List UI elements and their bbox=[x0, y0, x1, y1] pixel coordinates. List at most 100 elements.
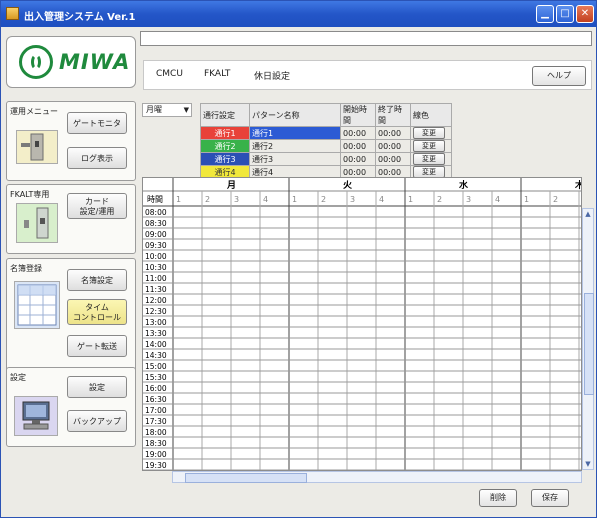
time-control-button[interactable]: タイム コントロール bbox=[67, 299, 127, 325]
roster-group: 名簿登録 名簿設定 タイム コントロール ゲート転送 bbox=[6, 258, 136, 383]
start-cell[interactable]: 00:00 bbox=[340, 139, 376, 153]
time-label: 10:00 bbox=[145, 252, 167, 261]
setting-cell[interactable]: 通行2 bbox=[200, 139, 250, 153]
time-label: 13:30 bbox=[145, 329, 167, 338]
pattern-row: 通行2 通行2 00:00 00:00 変更 bbox=[200, 139, 452, 153]
time-label: 19:00 bbox=[145, 450, 167, 459]
end-cell[interactable]: 00:00 bbox=[375, 152, 411, 166]
title-bar: 出入管理システム Ver.1 ▁ □ ✕ bbox=[1, 1, 596, 27]
sub-col-header: 1 bbox=[524, 195, 529, 204]
end-cell[interactable]: 00:00 bbox=[375, 139, 411, 153]
card-settings-button[interactable]: カード 設定/運用 bbox=[67, 193, 127, 219]
sub-col-header: 3 bbox=[466, 195, 471, 204]
time-label: 11:00 bbox=[145, 274, 167, 283]
time-label: 12:30 bbox=[145, 307, 167, 316]
name-cell[interactable]: 通行1 bbox=[249, 126, 341, 140]
computer-icon bbox=[14, 396, 58, 436]
roster-settings-button[interactable]: 名簿設定 bbox=[67, 269, 127, 291]
tab-row: CMCU FKALT 休日設定 ヘルプ bbox=[143, 60, 592, 90]
header-start: 開始時間 bbox=[340, 103, 376, 127]
time-label: 09:30 bbox=[145, 241, 167, 250]
chevron-down-icon: ▼ bbox=[183, 106, 189, 114]
main-window: 出入管理システム Ver.1 ▁ □ ✕ MIWA 運用メニュー ゲートモニタ … bbox=[0, 0, 597, 518]
vertical-scrollbar[interactable]: ▲ ▼ bbox=[582, 208, 594, 470]
sub-col-header: 1 bbox=[408, 195, 413, 204]
delete-button[interactable]: 削除 bbox=[479, 489, 517, 507]
logo-mark-icon bbox=[19, 45, 53, 79]
close-button[interactable]: ✕ bbox=[576, 5, 594, 23]
miwa-logo: MIWA bbox=[6, 36, 136, 88]
time-label: 17:00 bbox=[145, 406, 167, 415]
top-panel: CMCU FKALT 休日設定 ヘルプ bbox=[140, 28, 596, 99]
sub-col-header: 3 bbox=[350, 195, 355, 204]
end-cell[interactable]: 00:00 bbox=[375, 126, 411, 140]
sub-col-header: 2 bbox=[205, 195, 210, 204]
start-cell[interactable]: 00:00 bbox=[340, 152, 376, 166]
sub-col-header: 1 bbox=[292, 195, 297, 204]
time-label: 11:30 bbox=[145, 285, 167, 294]
day-header: 木 bbox=[574, 179, 582, 191]
group-label-settings: 設定 bbox=[10, 373, 26, 382]
settings-group: 設定 設定 バックアップ bbox=[6, 367, 136, 447]
name-cell[interactable]: 通行2 bbox=[249, 139, 341, 153]
time-label: 18:30 bbox=[145, 439, 167, 448]
change-color-button[interactable]: 変更 bbox=[413, 153, 445, 165]
sub-col-header: 3 bbox=[234, 195, 239, 204]
change-color-button[interactable]: 変更 bbox=[413, 140, 445, 152]
change-color-button[interactable]: 変更 bbox=[413, 127, 445, 139]
header-setting: 通行設定 bbox=[200, 103, 250, 127]
operation-menu-group: 運用メニュー ゲートモニタ ログ表示 bbox=[6, 101, 136, 181]
scroll-up-icon[interactable]: ▲ bbox=[583, 209, 593, 219]
day-header: 火 bbox=[343, 180, 353, 191]
help-button[interactable]: ヘルプ bbox=[532, 66, 586, 86]
backup-button[interactable]: バックアップ bbox=[67, 410, 127, 432]
start-cell[interactable]: 00:00 bbox=[340, 126, 376, 140]
time-label: 12:00 bbox=[145, 296, 167, 305]
log-view-button[interactable]: ログ表示 bbox=[67, 147, 127, 169]
maximize-button[interactable]: □ bbox=[556, 5, 574, 23]
setting-cell[interactable]: 通行3 bbox=[200, 152, 250, 166]
sidebar: MIWA 運用メニュー ゲートモニタ ログ表示 FKALT専用 カード 設定/運… bbox=[2, 28, 139, 517]
top-input-bar[interactable] bbox=[140, 31, 592, 46]
sub-col-header: 2 bbox=[437, 195, 442, 204]
tab-holiday[interactable]: 休日設定 bbox=[254, 69, 290, 82]
time-label: 14:30 bbox=[145, 351, 167, 360]
sub-col-header: 2 bbox=[321, 195, 326, 204]
time-label: 08:30 bbox=[145, 219, 167, 228]
time-label: 19:30 bbox=[145, 461, 167, 470]
tab-cmcu[interactable]: CMCU bbox=[156, 69, 183, 79]
name-cell[interactable]: 通行3 bbox=[249, 152, 341, 166]
time-label: 16:30 bbox=[145, 395, 167, 404]
setting-cell[interactable]: 通行1 bbox=[200, 126, 250, 140]
sub-col-header: 1 bbox=[176, 195, 181, 204]
time-label: 08:00 bbox=[145, 208, 167, 217]
gate-transfer-button[interactable]: ゲート転送 bbox=[67, 335, 127, 357]
horizontal-scroll-thumb[interactable] bbox=[185, 473, 307, 483]
roster-table-icon bbox=[14, 281, 60, 329]
schedule-grid-svg: 時間月1234火1234水1234木123408:0008:3009:0009:… bbox=[143, 178, 582, 470]
time-label: 09:00 bbox=[145, 230, 167, 239]
scroll-down-icon[interactable]: ▼ bbox=[583, 459, 593, 469]
horizontal-scrollbar[interactable] bbox=[172, 471, 582, 483]
day-of-week-select[interactable]: 月曜 ▼ bbox=[142, 103, 192, 117]
vertical-scroll-thumb[interactable] bbox=[584, 293, 594, 395]
header-color: 線色 bbox=[410, 103, 452, 127]
sub-col-header: 2 bbox=[553, 195, 558, 204]
time-header: 時間 bbox=[147, 195, 163, 204]
group-label-fkalt: FKALT専用 bbox=[10, 190, 50, 199]
pattern-row: 通行3 通行3 00:00 00:00 変更 bbox=[200, 152, 452, 166]
time-label: 15:00 bbox=[145, 362, 167, 371]
day-of-week-value: 月曜 bbox=[146, 105, 162, 114]
time-label: 18:00 bbox=[145, 428, 167, 437]
save-button[interactable]: 保存 bbox=[531, 489, 569, 507]
logo-brand: MIWA bbox=[59, 50, 131, 74]
schedule-grid[interactable]: 時間月1234火1234水1234木123408:0008:3009:0009:… bbox=[142, 177, 582, 471]
minimize-button[interactable]: ▁ bbox=[536, 5, 554, 23]
gate-monitor-button[interactable]: ゲートモニタ bbox=[67, 112, 127, 134]
settings-button[interactable]: 設定 bbox=[67, 376, 127, 398]
time-label: 13:00 bbox=[145, 318, 167, 327]
time-label: 14:00 bbox=[145, 340, 167, 349]
tab-fkalt[interactable]: FKALT bbox=[204, 69, 231, 79]
fkalt-group: FKALT専用 カード 設定/運用 bbox=[6, 184, 136, 254]
header-end: 終了時間 bbox=[375, 103, 411, 127]
